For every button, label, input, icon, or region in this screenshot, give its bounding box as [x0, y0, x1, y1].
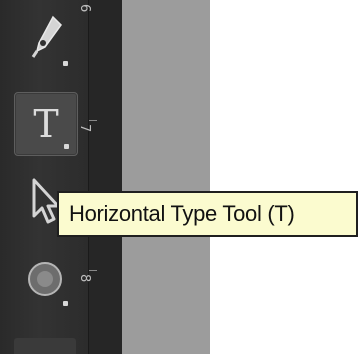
tooltip-text: Horizontal Type Tool (T) [69, 201, 295, 226]
tool-tooltip: Horizontal Type Tool (T) [57, 191, 358, 237]
submenu-indicator [63, 61, 68, 66]
ruler-tick-line [89, 120, 97, 121]
ruler-label: 8 [77, 274, 92, 283]
type-icon: T [33, 102, 59, 146]
pen-tool-button[interactable] [14, 10, 76, 72]
ruler-tick-line [89, 270, 97, 271]
shape-tool-button[interactable] [14, 250, 76, 312]
tools-panel: T [0, 0, 88, 354]
ruler-label: 7 [77, 124, 92, 133]
vertical-ruler [88, 0, 123, 354]
pasteboard [122, 0, 210, 354]
pen-icon [25, 13, 65, 70]
ruler-label: 6 [77, 4, 92, 13]
submenu-indicator [64, 144, 69, 149]
partial-tool-button[interactable] [14, 338, 76, 354]
shape-icon [23, 257, 67, 306]
photoshop-workspace: T 6 7 8 Horizontal Type Tool (T) [0, 0, 362, 354]
document-canvas[interactable] [210, 0, 362, 354]
submenu-indicator [63, 301, 68, 306]
horizontal-type-tool-button[interactable]: T [14, 92, 78, 156]
